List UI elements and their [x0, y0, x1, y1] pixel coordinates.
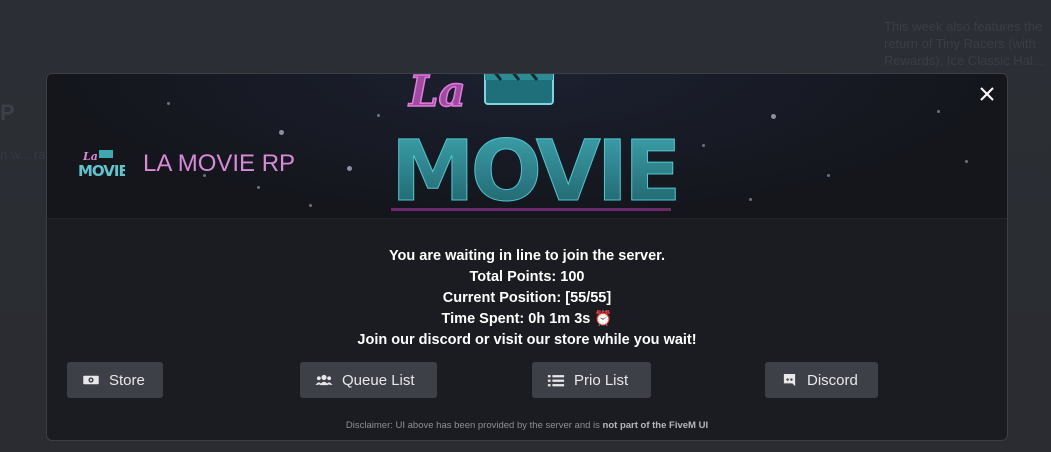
time-spent-row: Time Spent: 0h 1m 3s ⏰ [47, 309, 1007, 330]
store-button[interactable]: Store [67, 362, 163, 398]
star-decoration [771, 114, 776, 119]
star-decoration [309, 204, 312, 207]
discord-button-label: Discord [807, 371, 858, 389]
current-position-text: Current Position: [55/55] [442, 290, 612, 306]
close-icon[interactable] [977, 84, 997, 104]
banner-divider [47, 218, 1007, 219]
queue-status: You are waiting in line to join the serv… [47, 246, 1007, 351]
total-points-text: Total Points: 100 [469, 269, 585, 285]
list-icon [546, 373, 566, 387]
server-banner: La MOVIE [47, 74, 1007, 219]
discord-icon [779, 373, 799, 387]
star-decoration [749, 198, 752, 201]
queue-waiting-text: You are waiting in line to join the serv… [388, 248, 666, 264]
svg-text:MOVIE: MOVIE [391, 122, 677, 216]
time-spent-text: Time Spent: 0h 1m 3s [441, 311, 591, 327]
disclaimer-bold: not part of the FiveM UI [602, 420, 709, 431]
svg-text:La: La [408, 74, 466, 116]
star-decoration [827, 174, 830, 177]
store-button-label: Store [109, 371, 145, 389]
star-decoration [167, 102, 170, 105]
star-decoration [702, 144, 705, 147]
server-logo-icon: La MOVIE [78, 150, 125, 180]
svg-text:MOVIE: MOVIE [78, 162, 125, 180]
alarm-clock-icon: ⏰ [594, 311, 613, 327]
disclaimer-prefix: Disclaimer: UI above has been provided b… [345, 420, 603, 431]
hero-logo-image: La MOVIE [391, 74, 681, 216]
queue-list-button-label: Queue List [342, 371, 415, 389]
server-queue-modal: La MOVIE La MOVIE LA MOVIE RP You are wa… [46, 73, 1008, 441]
star-decoration [347, 166, 352, 171]
money-icon [81, 373, 101, 387]
server-name: LA MOVIE RP [143, 150, 296, 177]
star-decoration [257, 186, 260, 189]
prio-list-button[interactable]: Prio List [532, 362, 651, 398]
users-icon [314, 373, 334, 387]
queue-list-button[interactable]: Queue List [300, 362, 437, 398]
join-hint-text: Join our discord or visit our store whil… [357, 332, 697, 348]
disclaimer-text: Disclaimer: UI above has been provided b… [47, 420, 1007, 431]
background-heading: P [0, 100, 15, 125]
star-decoration [279, 130, 284, 135]
star-decoration [965, 160, 968, 163]
star-decoration [377, 114, 380, 117]
prio-list-button-label: Prio List [574, 371, 629, 389]
discord-button[interactable]: Discord [765, 362, 878, 398]
star-decoration [937, 110, 940, 113]
